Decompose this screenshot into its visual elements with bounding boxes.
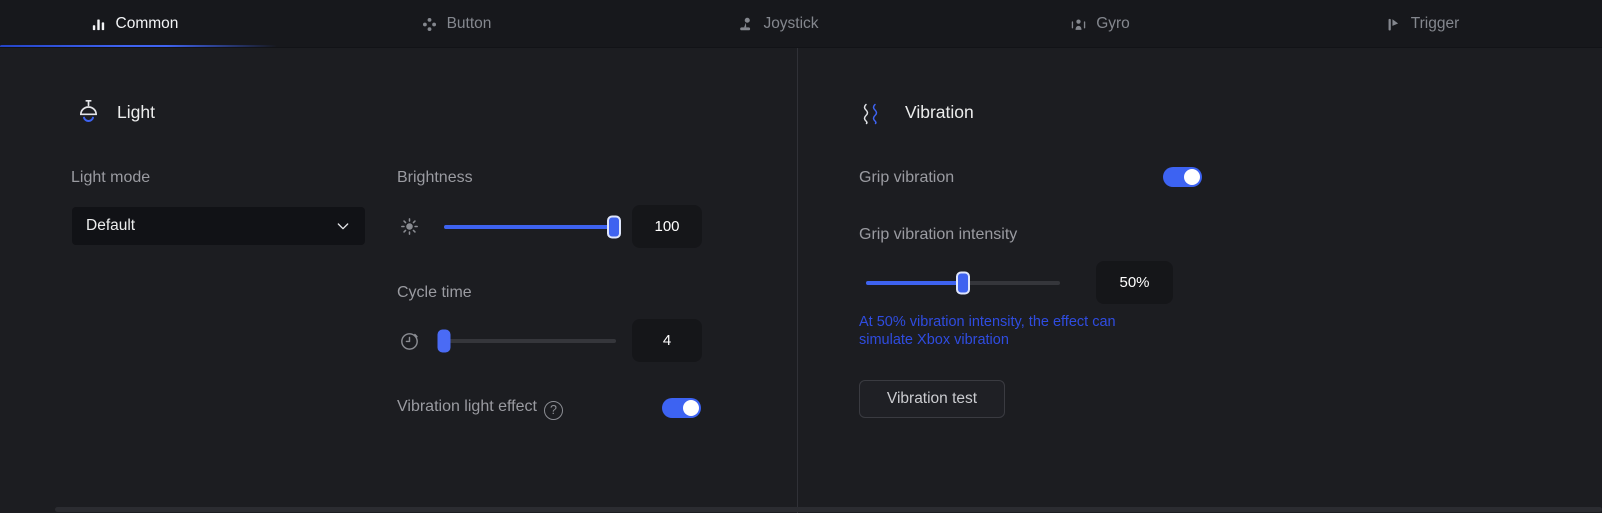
tab-label: Button bbox=[447, 15, 492, 33]
vibration-light-effect-toggle[interactable] bbox=[662, 398, 701, 418]
tab-label: Gyro bbox=[1096, 15, 1130, 33]
brightness-slider-handle[interactable] bbox=[607, 215, 621, 238]
vibration-light-effect-label: Vibration light effect? bbox=[397, 398, 563, 420]
light-mode-label: Light mode bbox=[71, 169, 150, 187]
brightness-sun-icon bbox=[398, 215, 421, 238]
intensity-note: At 50% vibration intensity, the effect c… bbox=[859, 314, 1154, 349]
light-section-title: Light bbox=[117, 102, 155, 123]
horizontal-scrollbar-thumb[interactable] bbox=[55, 507, 1602, 512]
brightness-label: Brightness bbox=[397, 169, 473, 187]
column-divider bbox=[797, 48, 798, 513]
tab-label: Common bbox=[116, 15, 179, 33]
dpad-buttons-icon bbox=[421, 16, 438, 33]
tab-common[interactable]: Common bbox=[0, 0, 295, 48]
cycle-time-slider[interactable] bbox=[440, 329, 616, 352]
light-mode-select[interactable]: Default bbox=[72, 207, 365, 245]
tab-label: Trigger bbox=[1411, 15, 1460, 33]
tab-row: Common Button bbox=[0, 0, 1583, 48]
gamepad-settings-window: Common Button bbox=[0, 0, 1602, 513]
vibration-section-title: Vibration bbox=[905, 102, 974, 123]
grip-vibration-toggle[interactable] bbox=[1163, 167, 1202, 187]
intensity-slider-handle[interactable] bbox=[956, 271, 970, 294]
grip-vibration-intensity-label: Grip vibration intensity bbox=[859, 226, 1017, 244]
light-mode-selected-value: Default bbox=[86, 217, 335, 235]
trigger-icon bbox=[1385, 16, 1402, 33]
vibration-light-effect-text: Vibration light effect bbox=[397, 398, 537, 415]
gyro-motion-icon bbox=[1070, 16, 1087, 33]
tab-joystick[interactable]: Joystick bbox=[617, 0, 939, 48]
toggle-knob bbox=[1184, 169, 1200, 185]
tab-bar: Common Button bbox=[0, 0, 1602, 48]
cycle-time-slider-handle[interactable] bbox=[437, 329, 450, 352]
grip-vibration-label: Grip vibration bbox=[859, 169, 954, 187]
bar-chart-icon bbox=[90, 16, 107, 33]
tab-label: Joystick bbox=[763, 15, 818, 33]
chevron-down-icon bbox=[335, 218, 351, 234]
timer-clock-icon bbox=[398, 329, 421, 352]
active-tab-underline bbox=[0, 45, 277, 48]
slider-fill bbox=[866, 281, 963, 285]
tab-gyro[interactable]: Gyro bbox=[939, 0, 1261, 48]
brightness-value[interactable]: 100 bbox=[632, 205, 702, 248]
intensity-value[interactable]: 50% bbox=[1096, 261, 1173, 304]
help-icon[interactable]: ? bbox=[544, 401, 563, 420]
tab-button[interactable]: Button bbox=[295, 0, 617, 48]
vibration-waves-icon bbox=[860, 100, 888, 128]
toggle-knob bbox=[683, 400, 699, 416]
vibration-test-button[interactable]: Vibration test bbox=[859, 380, 1005, 418]
slider-track bbox=[440, 339, 616, 343]
brightness-slider[interactable] bbox=[444, 215, 620, 238]
cycle-time-value[interactable]: 4 bbox=[632, 319, 702, 362]
grip-vibration-intensity-slider[interactable] bbox=[866, 271, 1060, 294]
joystick-icon bbox=[737, 16, 754, 33]
slider-fill bbox=[444, 225, 620, 229]
pendant-lamp-icon bbox=[75, 98, 102, 125]
tab-trigger[interactable]: Trigger bbox=[1261, 0, 1583, 48]
cycle-time-label: Cycle time bbox=[397, 284, 472, 302]
